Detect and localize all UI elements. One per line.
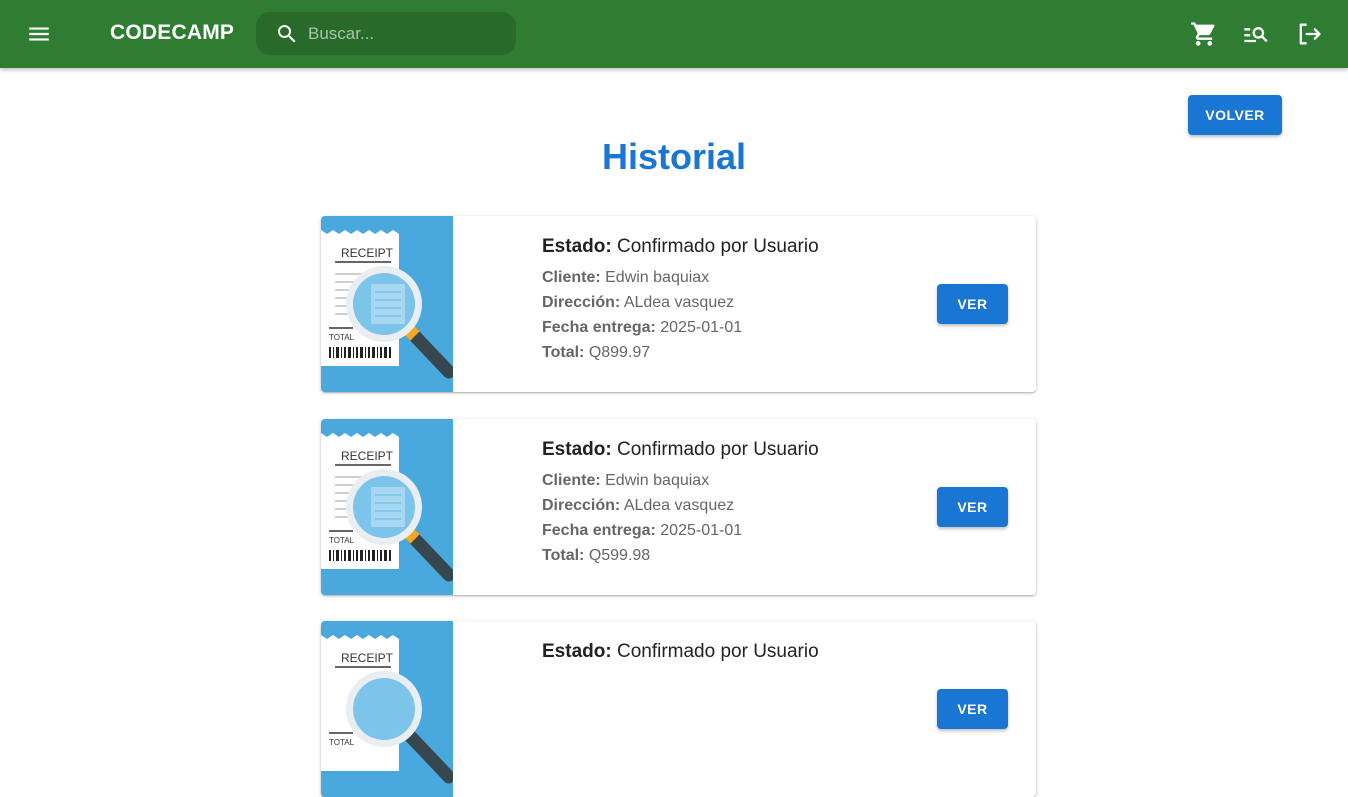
logout-icon[interactable] bbox=[1295, 20, 1323, 48]
order-client: Cliente: Edwin baquiax bbox=[542, 269, 710, 286]
order-card: RECEIPT TOTAL Estado: Confirmado por Usu… bbox=[321, 419, 1036, 595]
cart-icon[interactable] bbox=[1190, 20, 1218, 48]
svg-text:TOTAL: TOTAL bbox=[329, 333, 355, 342]
page-title: Historial bbox=[601, 136, 747, 177]
search-box bbox=[256, 12, 516, 55]
receipt-magnifier-icon: RECEIPT TOTAL bbox=[321, 419, 453, 595]
order-delivery-date: Fecha entrega: 2025-01-01 bbox=[542, 319, 743, 336]
svg-text:RECEIPT: RECEIPT bbox=[341, 651, 394, 665]
order-card: RECEIPT TOTAL Estado: Confirmado por Usu… bbox=[321, 216, 1036, 392]
back-button[interactable]: VOLVER bbox=[1188, 95, 1282, 135]
order-card: RECEIPT TOTAL Estado: Confirmado por Usu… bbox=[321, 621, 1036, 797]
svg-text:RECEIPT: RECEIPT bbox=[341, 246, 394, 260]
order-status: Estado: Confirmado por Usuario bbox=[542, 641, 819, 662]
app-title[interactable]: CODECAMP bbox=[110, 21, 234, 45]
order-address: Dirección: ALdea vasquez bbox=[542, 497, 735, 514]
view-order-button[interactable]: VER bbox=[937, 284, 1008, 324]
app-bar: CODECAMP bbox=[0, 0, 1348, 68]
order-total: Total: Q599.98 bbox=[542, 547, 651, 564]
view-order-button[interactable]: VER bbox=[937, 689, 1008, 729]
order-info: Estado: Confirmado por Usuario bbox=[542, 641, 819, 670]
order-status: Estado: Confirmado por Usuario bbox=[542, 236, 819, 257]
order-info: Estado: Confirmado por Usuario Cliente: … bbox=[542, 236, 819, 365]
order-address: Dirección: ALdea vasquez bbox=[542, 294, 735, 311]
svg-text:RECEIPT: RECEIPT bbox=[341, 449, 394, 463]
order-info: Estado: Confirmado por Usuario Cliente: … bbox=[542, 439, 819, 568]
receipt-magnifier-icon: RECEIPT TOTAL bbox=[321, 621, 453, 797]
order-delivery-date: Fecha entrega: 2025-01-01 bbox=[542, 522, 743, 539]
receipt-magnifier-icon: RECEIPT TOTAL bbox=[321, 216, 453, 392]
order-total: Total: Q899.97 bbox=[542, 344, 651, 361]
search-icon bbox=[278, 25, 296, 43]
menu-icon[interactable] bbox=[26, 21, 52, 47]
order-status: Estado: Confirmado por Usuario bbox=[542, 439, 819, 460]
order-client: Cliente: Edwin baquiax bbox=[542, 472, 710, 489]
search-input[interactable] bbox=[308, 22, 498, 46]
view-order-button[interactable]: VER bbox=[937, 487, 1008, 527]
manage-search-icon[interactable] bbox=[1242, 20, 1270, 48]
svg-text:TOTAL: TOTAL bbox=[329, 536, 355, 545]
svg-text:TOTAL: TOTAL bbox=[329, 738, 355, 747]
